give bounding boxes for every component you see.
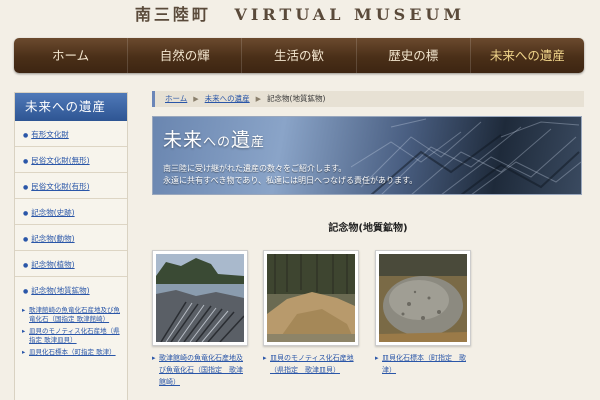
nav-nature[interactable]: 自然の輝 (128, 38, 243, 73)
gallery-card[interactable]: 皿貝化石標本（町指定 歌津） (375, 250, 471, 376)
nav-heritage[interactable]: 未来への遺産 (471, 38, 584, 73)
breadcrumb-separator-icon: ▶ (255, 95, 262, 103)
sidebar-item-folk-tangible[interactable]: 民俗文化財(有形) (15, 173, 127, 199)
card-caption-link[interactable]: 歌津館崎の魚竜化石産地及び魚竜化石（国指定 歌津館崎） (152, 352, 248, 388)
site-title-en: VIRTUAL MUSEUM (234, 5, 466, 24)
banner-description: 南三陸に受け継がれた遺産の数々をご紹介します。 永遠に共有すべき物であり、私達に… (163, 164, 418, 185)
sidebar-item-animal[interactable]: 記念物(動物) (15, 225, 127, 251)
breadcrumb: ホーム ▶ 未来への遺産 ▶ 記念物(地質鉱物) (152, 91, 584, 107)
sidebar-heading: 未来への遺産 (15, 93, 127, 121)
sidebar-item-tangible[interactable]: 有形文化財 (15, 121, 127, 147)
breadcrumb-home[interactable]: ホーム (165, 91, 187, 107)
site-title: 南三陸町 VIRTUAL MUSEUM (0, 0, 600, 34)
thumbnail-image[interactable] (152, 250, 248, 346)
sidebar-subitem[interactable]: 皿貝のモノティス化石産地（県指定 歌津皿貝） (15, 325, 127, 346)
thumbnail-image[interactable] (375, 250, 471, 346)
nav-life[interactable]: 生活の歓 (242, 38, 357, 73)
sidebar-item-folk-intangible[interactable]: 民俗文化財(無形) (15, 147, 127, 173)
section-banner: 未来への遺産 南三陸に受け継がれた遺産の数々をご紹介します。 永遠に共有すべき物… (152, 116, 582, 195)
card-caption-link[interactable]: 皿貝のモノティス化石産地（県指定 歌津皿貝） (263, 352, 359, 376)
sidebar-item-plant[interactable]: 記念物(植物) (15, 251, 127, 277)
breadcrumb-separator-icon: ▶ (193, 95, 199, 103)
gallery-card[interactable]: 歌津館崎の魚竜化石産地及び魚竜化石（国指定 歌津館崎） (152, 250, 248, 388)
main-nav: ホーム 自然の輝 生活の歓 歴史の標 未来への遺産 (14, 38, 584, 73)
page-title: 記念物(地質鉱物) (328, 223, 408, 234)
sidebar-subitem[interactable]: 皿貝化石標本（町指定 歌津） (15, 346, 127, 359)
breadcrumb-current: 記念物(地質鉱物) (267, 94, 326, 103)
nav-home[interactable]: ホーム (14, 38, 129, 73)
site-title-jp: 南三陸町 (134, 5, 211, 24)
thumbnail-image[interactable] (263, 250, 359, 346)
breadcrumb-section[interactable]: 未来への遺産 (205, 91, 250, 107)
nav-history[interactable]: 歴史の標 (357, 38, 471, 73)
sidebar-item-geology[interactable]: 記念物(地質鉱物) (15, 277, 127, 304)
sidebar-subitem[interactable]: 歌津館崎の魚竜化石産地及び魚竜化石（国指定 歌津館崎） (15, 304, 127, 325)
gallery-card[interactable]: 皿貝のモノティス化石産地（県指定 歌津皿貝） (263, 250, 359, 376)
banner-title: 未来への遺産 (163, 129, 266, 151)
card-caption-link[interactable]: 皿貝化石標本（町指定 歌津） (375, 352, 471, 376)
sidebar: 未来への遺産 有形文化財 民俗文化財(無形) 民俗文化財(有形) 記念物(史跡)… (14, 92, 128, 400)
sidebar-item-historic-site[interactable]: 記念物(史跡) (15, 199, 127, 225)
